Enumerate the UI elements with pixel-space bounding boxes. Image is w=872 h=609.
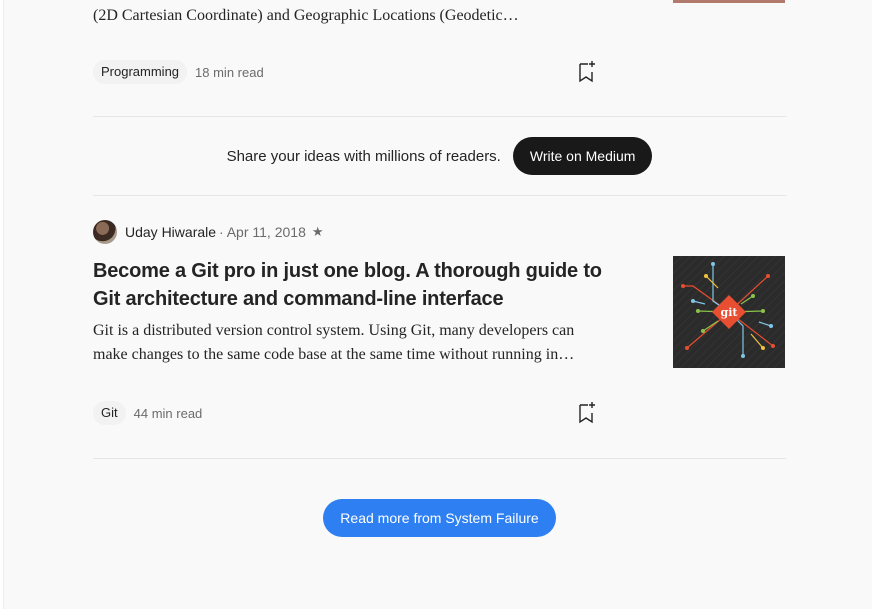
tag-chip[interactable]: Git bbox=[93, 401, 126, 425]
meta-separator: · bbox=[219, 224, 224, 240]
page: (2D Cartesian Coordinate) and Geographic… bbox=[3, 0, 872, 609]
read-time: 18 min read bbox=[195, 64, 264, 80]
read-more-button[interactable]: Read more from System Failure bbox=[323, 499, 556, 537]
read-time: 44 min read bbox=[133, 405, 203, 421]
member-star-icon: ★ bbox=[311, 224, 324, 239]
avatar[interactable] bbox=[93, 220, 117, 244]
article-title[interactable]: Become a Git pro in just one blog. A tho… bbox=[93, 257, 618, 313]
prev-article-excerpt[interactable]: (2D Cartesian Coordinate) and Geographic… bbox=[93, 4, 613, 28]
excerpt-line: make changes to the same code base at th… bbox=[93, 346, 575, 363]
divider bbox=[93, 116, 786, 117]
prev-article-thumbnail[interactable] bbox=[673, 0, 785, 3]
divider bbox=[93, 458, 786, 459]
thumbnail-text: git bbox=[721, 306, 739, 319]
article-excerpt[interactable]: Git is a distributed version control sys… bbox=[93, 319, 618, 367]
article-thumbnail[interactable]: git bbox=[673, 256, 785, 368]
bookmark-icon[interactable] bbox=[577, 60, 599, 84]
write-on-medium-button[interactable]: Write on Medium bbox=[512, 137, 653, 175]
author-name[interactable]: Uday Hiwarale bbox=[125, 224, 216, 240]
tag-chip[interactable]: Programming bbox=[93, 60, 188, 84]
article-meta: Git 44 min read bbox=[93, 401, 202, 425]
git-logo-icon: git bbox=[673, 256, 785, 368]
excerpt-line: Git is a distributed version control sys… bbox=[93, 322, 575, 339]
author-row: Uday Hiwarale · Apr 11, 2018 ★ bbox=[93, 220, 324, 244]
bookmark-icon[interactable] bbox=[577, 401, 599, 425]
promo-text: Share your ideas with millions of reader… bbox=[226, 147, 501, 165]
prev-article-meta: Programming 18 min read bbox=[93, 60, 264, 84]
write-promo: Share your ideas with millions of reader… bbox=[93, 137, 786, 175]
publish-date: Apr 11, 2018 bbox=[226, 224, 306, 240]
read-more-container: Read more from System Failure bbox=[93, 499, 786, 537]
divider bbox=[93, 195, 786, 196]
